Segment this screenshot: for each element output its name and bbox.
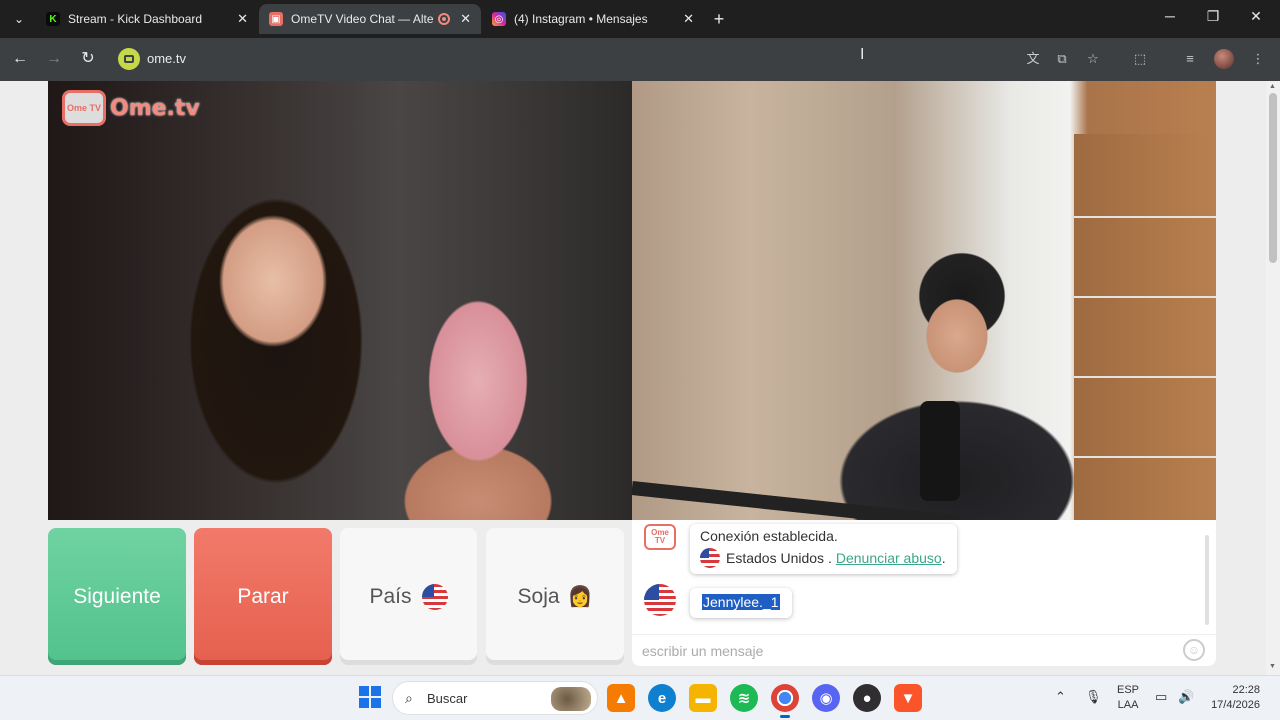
ometv-logo: Ome TV Ome.tv [62,90,200,126]
extensions-icon[interactable]: ⬚ [1130,49,1150,69]
country-label: País [369,584,412,608]
new-tab-button[interactable]: + [709,9,729,29]
show-hidden-icons[interactable]: ⌃ [1055,689,1066,705]
page-scrollbar[interactable]: ▲ ▼ [1266,81,1280,675]
tab-search-menu-icon[interactable]: ⌄ [8,8,30,30]
stop-label: Parar [237,584,289,608]
volume-icon[interactable]: 🔊 [1178,689,1194,705]
clock[interactable]: 22:28 17/4/2026 [1204,683,1260,713]
ometv-avatar-icon: Ome TV [644,524,676,550]
partner-flag-avatar [644,584,676,621]
taskbar-search[interactable]: ⌕ Buscar [392,681,598,715]
lang-layout: LAA [1117,699,1139,711]
kick-icon: K [46,12,60,26]
gender-button[interactable]: Soja 👩 [486,528,624,665]
chat-panel: Ome TV Conexión establecida. Estados Uni… [632,520,1216,666]
language-indicator[interactable]: ESP LAA [1117,683,1139,713]
tab-title: OmeTV Video Chat — Alter [291,12,435,26]
us-flag-icon [700,548,720,568]
emoji-icon[interactable]: ☺ [1183,639,1205,661]
scroll-thumb[interactable] [1269,93,1277,263]
install-app-icon[interactable]: ⧉ [1052,49,1072,69]
chat-input-row: ☺ [632,634,1216,664]
minimize-icon[interactable]: ─ [1160,8,1180,24]
text-cursor-icon: I [860,46,865,63]
reload-icon[interactable]: ↻ [78,49,98,69]
system-message: Conexión establecida. Estados Unidos . D… [690,524,957,574]
chrome-icon[interactable] [771,684,799,718]
stop-button[interactable]: Parar [194,528,332,665]
spotify-icon[interactable]: ≋ [730,684,758,712]
connection-status: Conexión establecida. [700,528,838,544]
next-label: Siguiente [73,584,161,608]
country-button[interactable]: País [340,528,477,665]
logo-tv-icon: Ome TV [62,90,106,126]
report-abuse-link[interactable]: Denunciar abuso [836,550,942,566]
us-flag-icon [421,583,448,610]
tab-ometv[interactable]: ▣ OmeTV Video Chat — Alter ✕ [259,4,481,34]
search-highlight-image [551,687,591,711]
instagram-icon: ◎ [492,12,506,26]
chat-message[interactable]: Jennylee._1 [690,588,792,618]
microphone-icon[interactable]: 🎙 [1085,689,1102,705]
message-text[interactable]: Jennylee._1 [702,594,780,610]
tab-title: Stream - Kick Dashboard [68,12,203,26]
network-icon[interactable]: ▭ [1155,689,1167,705]
brave-icon[interactable]: ▼ [894,684,922,712]
stranger-video [48,81,632,520]
us-flag-icon [644,584,676,616]
microphone [920,401,960,501]
recording-icon [438,13,451,25]
scroll-down-icon[interactable]: ▼ [1269,663,1276,670]
edge-icon[interactable]: e [648,684,676,712]
partner-country: Estados Unidos . [726,550,832,566]
file-explorer-icon[interactable]: ▬ [689,684,717,712]
search-label: Buscar [427,691,468,706]
woman-icon: 👩 [567,586,593,608]
bookmark-star-icon[interactable]: ☆ [1083,49,1103,69]
mic-arm [632,481,961,520]
close-tab-icon[interactable]: ✕ [237,11,248,27]
obs-icon[interactable]: ● [853,684,881,712]
forward-icon[interactable]: → [44,49,64,69]
report-suffix: . [941,550,946,566]
clock-date: 17/4/2026 [1211,699,1260,711]
logo-text: Ome.tv [110,95,200,121]
discord-icon[interactable]: ◉ [812,684,840,712]
url-text[interactable]: ome.tv [147,51,186,66]
browser-tab-strip: ⌄ K Stream - Kick Dashboard ✕ ▣ OmeTV Vi… [0,0,1280,38]
self-video [632,81,1216,520]
next-button[interactable]: Siguiente [48,528,186,665]
vlc-icon[interactable]: ▲ [607,684,635,712]
ometv-icon: ▣ [269,12,283,26]
close-tab-icon[interactable]: ✕ [460,11,471,27]
close-window-icon[interactable]: ✕ [1246,8,1266,25]
back-icon[interactable]: ← [10,49,30,69]
tab-title: (4) Instagram • Mensajes [514,12,648,26]
scroll-up-icon[interactable]: ▲ [1269,83,1276,90]
gender-label: Soja [517,584,560,608]
windows-start-icon[interactable] [359,686,381,708]
profile-avatar[interactable] [1214,49,1234,69]
translate-icon[interactable]: 文 [1023,49,1043,69]
more-menu-icon[interactable]: ⋮ [1248,49,1268,69]
tab-instagram[interactable]: ◎ (4) Instagram • Mensajes ✕ [482,4,704,34]
message-input[interactable] [642,641,1162,661]
close-tab-icon[interactable]: ✕ [683,11,694,27]
tab-kick-dashboard[interactable]: K Stream - Kick Dashboard ✕ [36,4,258,34]
background-door [1074,134,1216,520]
site-info-icon[interactable] [118,48,140,70]
restore-icon[interactable]: ❐ [1203,8,1223,25]
chat-scrollbar[interactable] [1205,535,1209,625]
search-icon: ⌕ [405,690,413,706]
clock-time: 22:28 [1232,684,1260,696]
address-bar[interactable]: ome.tv [112,44,1012,74]
media-control-icon[interactable]: ≡ [1180,49,1200,69]
windows-taskbar: ⌕ Buscar ▲ e ▬ ≋ ◉ ● ▼ ⌃ 🎙 ESP LAA ▭ 🔊 2… [0,675,1280,720]
lang-code: ESP [1117,684,1140,696]
